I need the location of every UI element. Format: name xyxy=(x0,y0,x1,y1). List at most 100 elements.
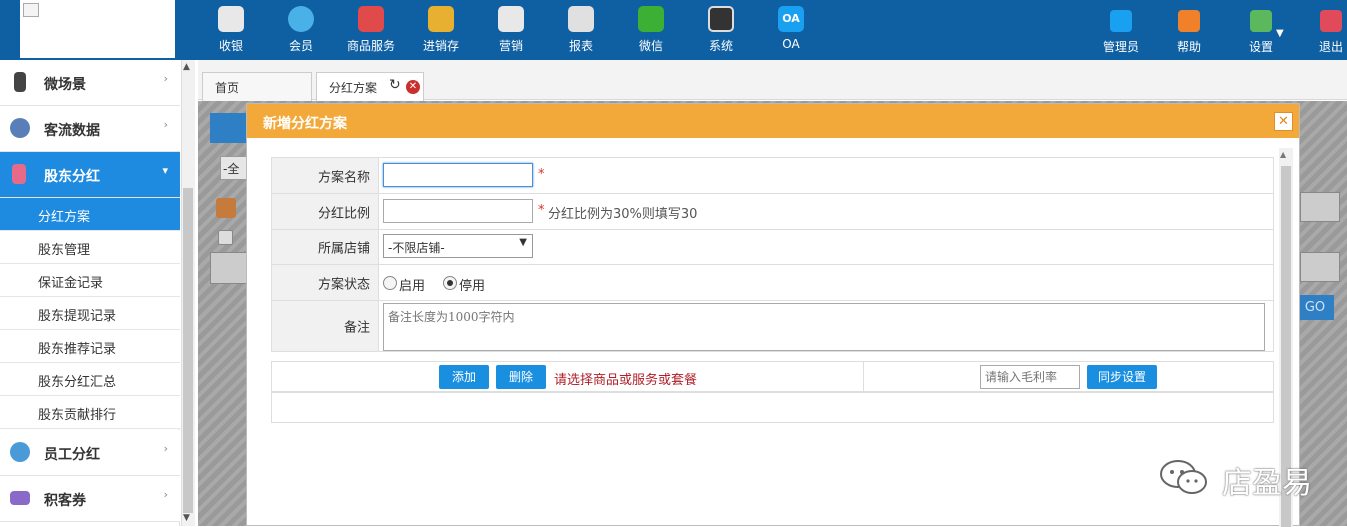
document-icon xyxy=(12,164,26,184)
dialog-header: 新増分红方案 ✕ xyxy=(247,104,1299,138)
chevron-right-icon: › xyxy=(163,442,168,455)
topnav-report[interactable]: 报表 xyxy=(551,6,611,54)
logo xyxy=(20,0,175,58)
add-button[interactable]: 添加 xyxy=(439,365,489,389)
background-cell xyxy=(1300,252,1340,282)
scroll-down-icon[interactable]: ▼ xyxy=(183,513,190,523)
background-go-button: GO xyxy=(1296,295,1334,320)
store-select[interactable]: -不限店铺- ▼ xyxy=(383,234,533,258)
delete-button[interactable]: 删除 xyxy=(496,365,546,389)
form-row-status: 方案状态 启用 停用 xyxy=(271,264,1274,300)
wechat-icon xyxy=(638,6,664,32)
coupon-icon xyxy=(10,491,30,505)
action-bar: 添加 删除 请选择商品或服务或套餐 同步设置 xyxy=(271,361,1274,392)
refresh-icon[interactable]: ↻ xyxy=(389,77,401,93)
topnav-marketing[interactable]: 营销 xyxy=(481,6,541,54)
logout-icon xyxy=(1320,10,1342,32)
topnav-system[interactable]: 系统 xyxy=(691,6,751,54)
margin-rate-input[interactable] xyxy=(980,365,1080,389)
sidebar-menu-shareholder-dividend[interactable]: 股东分红 ▾ xyxy=(0,152,180,198)
sidebar-menu-staff-dividend[interactable]: 员工分红 › xyxy=(0,430,180,476)
background-cell xyxy=(210,252,250,284)
sidebar-sub-withdraw-record[interactable]: 股东提现记录 xyxy=(0,297,180,330)
topnav-cashier[interactable]: 收银 xyxy=(201,6,261,54)
scroll-up-icon[interactable]: ▲ xyxy=(1280,150,1286,159)
status-disable-label[interactable]: 停用 xyxy=(459,275,485,294)
tab-home[interactable]: 首页 xyxy=(202,72,312,101)
sidebar-sub-dividend-plan[interactable]: 分红方案 xyxy=(0,198,180,231)
background-cell xyxy=(1300,192,1340,222)
eye-icon xyxy=(10,118,30,138)
sidebar-scrollbar-thumb[interactable] xyxy=(183,188,193,513)
settings-caret-icon[interactable]: ▼ xyxy=(1276,28,1284,39)
sidebar-sub-dividend-summary[interactable]: 股东分红汇总 xyxy=(0,363,180,396)
topnav-member[interactable]: 会员 xyxy=(271,6,331,54)
background-button xyxy=(210,113,250,143)
divider xyxy=(863,362,864,392)
close-tab-icon[interactable]: ✕ xyxy=(406,80,420,94)
scroll-up-icon[interactable]: ▲ xyxy=(183,62,190,72)
monitor-icon xyxy=(708,6,734,32)
background-checkbox xyxy=(218,230,233,245)
sidebar-sub-contribution-rank[interactable]: 股东贡献排行 xyxy=(0,396,180,429)
tab-dividend-plan[interactable]: 分红方案 ↻ ✕ xyxy=(316,72,424,101)
top-bar: 收银 会员 商品服务 进销存 营销 报表 微信 系统 OA OA 管理员 帮助 设… xyxy=(0,0,1347,60)
member-icon xyxy=(288,6,314,32)
report-icon xyxy=(568,6,594,32)
required-mark: * xyxy=(538,203,545,218)
add-dividend-plan-dialog: 新増分红方案 ✕ 方案名称 * 分红比例 * 分红比例为30%则填写30 所属店… xyxy=(246,103,1300,527)
admin-icon xyxy=(1110,10,1132,32)
tab-bar: 首页 分红方案 ↻ ✕ xyxy=(198,60,1347,101)
item-list-area xyxy=(271,392,1274,423)
megaphone-icon xyxy=(498,6,524,32)
dialog-title: 新増分红方案 xyxy=(263,116,347,132)
form-row-store: 所属店铺 -不限店铺- ▼ xyxy=(271,229,1274,264)
topnav-oa[interactable]: OA OA xyxy=(761,6,821,51)
topnav-product[interactable]: 商品服务 xyxy=(341,6,401,54)
remark-textarea[interactable] xyxy=(383,303,1265,351)
inventory-icon xyxy=(428,6,454,32)
plan-name-label: 方案名称 xyxy=(317,170,370,185)
sidebar-sub-deposit-record[interactable]: 保证金记录 xyxy=(0,264,180,297)
ratio-input[interactable] xyxy=(383,199,533,223)
sidebar-sub-recommend-record[interactable]: 股东推荐记录 xyxy=(0,330,180,363)
sidebar: 微场景 › 客流数据 › 股东分红 ▾ 分红方案 股东管理 保证金记录 股东提现… xyxy=(0,60,180,526)
settings-icon xyxy=(1250,10,1272,32)
sidebar-menu-micro-scene[interactable]: 微场景 › xyxy=(0,60,180,106)
phone-icon xyxy=(14,72,26,92)
topright-help[interactable]: 帮助 xyxy=(1161,10,1217,55)
topnav-wechat[interactable]: 微信 xyxy=(621,6,681,54)
form-row-name: 方案名称 * xyxy=(271,157,1274,193)
ratio-hint: 分红比例为30%则填写30 xyxy=(548,207,698,222)
topright-admin[interactable]: 管理员 xyxy=(1093,10,1149,55)
sync-settings-button[interactable]: 同步设置 xyxy=(1087,365,1157,389)
close-icon[interactable]: ✕ xyxy=(1274,112,1293,131)
sidebar-menu-traffic[interactable]: 客流数据 › xyxy=(0,106,180,152)
watermark-text: 店盈易 xyxy=(1222,466,1312,501)
chevron-down-icon: ▼ xyxy=(519,237,527,248)
wechat-watermark-icon xyxy=(1160,460,1207,494)
plan-name-input[interactable] xyxy=(383,163,533,187)
topnav-inventory[interactable]: 进销存 xyxy=(411,6,471,54)
form-row-remark: 备注 xyxy=(271,300,1274,352)
remark-label: 备注 xyxy=(343,320,370,336)
status-disable-radio[interactable] xyxy=(443,276,457,290)
sidebar-menu-coupon[interactable]: 积客券 › xyxy=(0,476,180,522)
required-mark: * xyxy=(538,167,545,182)
oa-icon: OA xyxy=(778,6,804,32)
status-enable-radio[interactable] xyxy=(383,276,397,290)
chevron-right-icon: › xyxy=(163,118,168,131)
chevron-down-icon: ▾ xyxy=(162,164,168,177)
status-enable-label[interactable]: 启用 xyxy=(399,275,425,294)
chevron-right-icon: › xyxy=(163,488,168,501)
broken-image-icon xyxy=(23,3,39,17)
help-icon xyxy=(1178,10,1200,32)
ratio-label: 分红比例 xyxy=(317,206,370,221)
selection-warning: 请选择商品或服务或套餐 xyxy=(554,373,698,388)
sidebar-sub-shareholder-manage[interactable]: 股东管理 xyxy=(0,231,180,264)
key-icon xyxy=(216,198,236,218)
topright-logout[interactable]: 退出 xyxy=(1303,10,1347,55)
person-icon xyxy=(10,442,30,462)
form-row-ratio: 分红比例 * 分红比例为30%则填写30 xyxy=(271,193,1274,229)
chevron-right-icon: › xyxy=(163,72,168,85)
